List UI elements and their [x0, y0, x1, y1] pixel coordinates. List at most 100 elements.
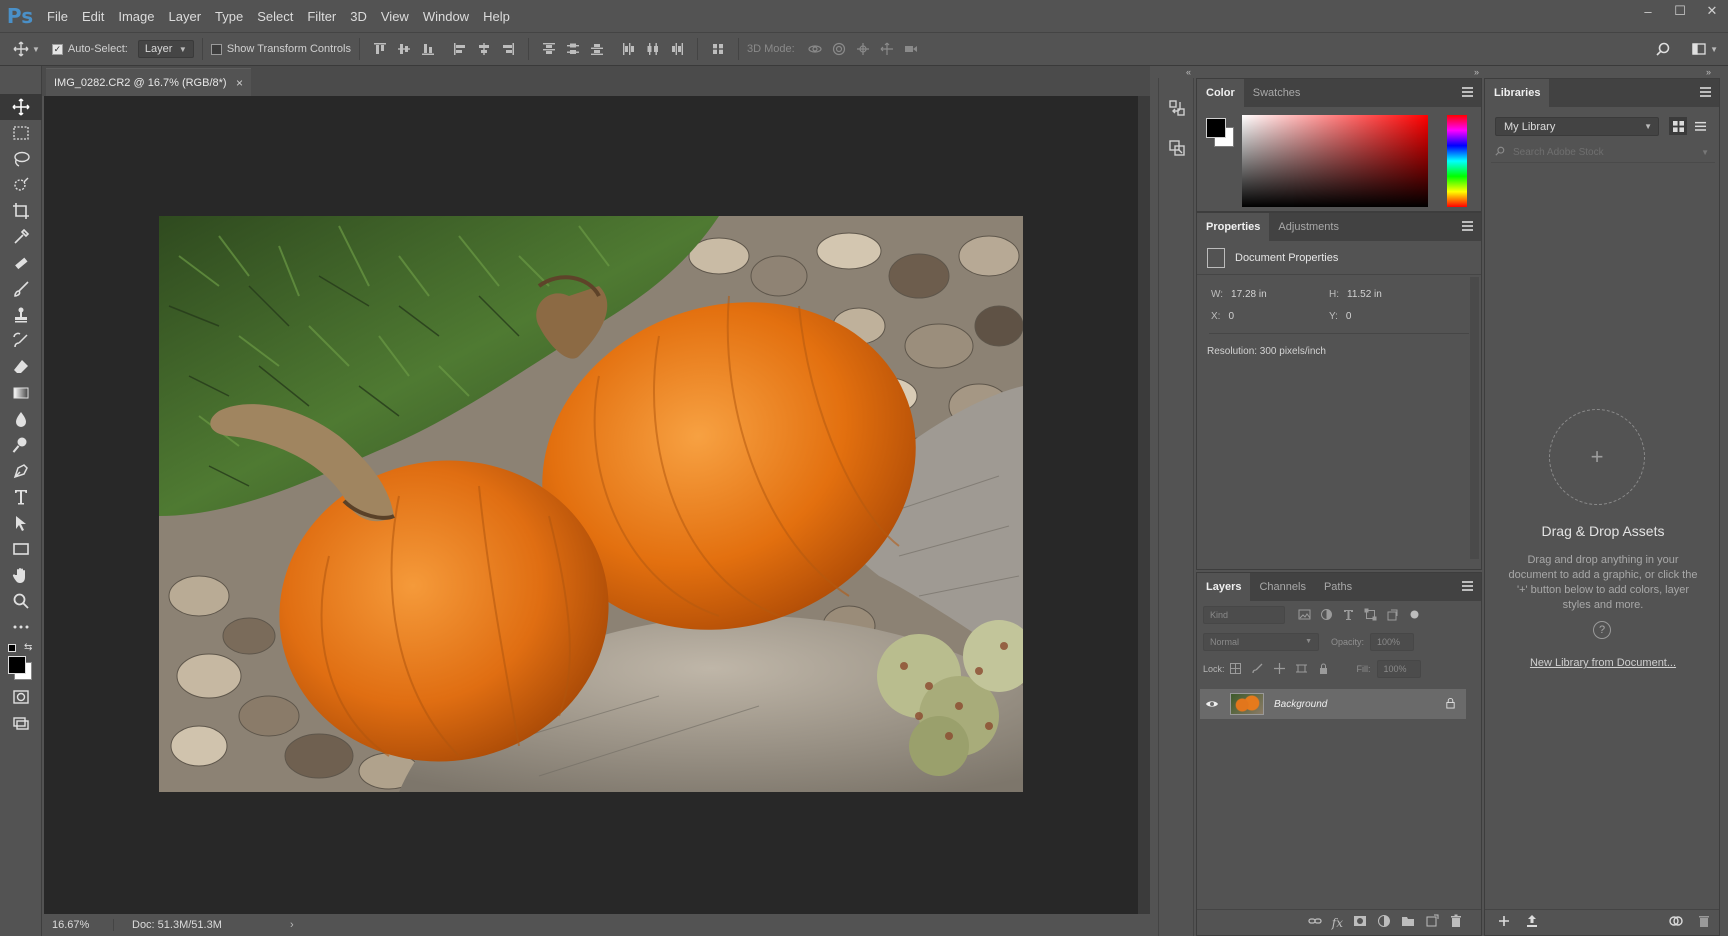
filter-type-icon[interactable]	[1337, 606, 1359, 624]
stock-search-input[interactable]: Search Adobe Stock ▼	[1491, 143, 1715, 163]
brush-tool-icon[interactable]	[0, 276, 42, 302]
library-dropdown[interactable]: My Library ▼	[1495, 117, 1659, 136]
creative-cloud-icon[interactable]	[1669, 914, 1683, 931]
blend-mode-dropdown[interactable]: Normal ▼	[1203, 632, 1319, 651]
menu-layer[interactable]: Layer	[162, 9, 209, 24]
foreground-color-swatch[interactable]	[8, 656, 26, 674]
tab-libraries[interactable]: Libraries	[1485, 79, 1550, 107]
history-panel-icon[interactable]	[1159, 88, 1195, 128]
slide-3d-icon[interactable]	[875, 38, 899, 60]
lock-position-icon[interactable]	[1269, 660, 1291, 678]
delete-layer-trash-icon[interactable]	[1449, 914, 1463, 931]
auto-align-layers-icon[interactable]	[706, 38, 730, 60]
distribute-horizontal-centers-icon[interactable]	[641, 38, 665, 60]
marquee-tool-icon[interactable]	[0, 120, 42, 146]
lock-all-icon[interactable]	[1313, 660, 1335, 678]
canvas-vertical-scrollbar[interactable]	[1138, 96, 1150, 914]
height-value[interactable]: 11.52 in	[1347, 289, 1382, 300]
menu-help[interactable]: Help	[476, 9, 517, 24]
filter-shape-icon[interactable]	[1359, 606, 1381, 624]
align-horizontal-centers-icon[interactable]	[472, 38, 496, 60]
delete-trash-icon[interactable]	[1697, 914, 1711, 931]
panel-menu-icon[interactable]	[1462, 221, 1473, 231]
lock-image-pixels-icon[interactable]	[1247, 660, 1269, 678]
upload-icon[interactable]	[1525, 914, 1539, 931]
auto-select-target-dropdown[interactable]: Layer ▼	[137, 40, 194, 58]
chevron-down-icon[interactable]: ▼	[1701, 148, 1709, 157]
distribute-bottom-edges-icon[interactable]	[585, 38, 609, 60]
preset-chevron-down-icon[interactable]: ▼	[32, 45, 40, 54]
close-tab-icon[interactable]: ×	[236, 76, 243, 90]
hue-slider[interactable]	[1447, 115, 1467, 207]
tab-swatches[interactable]: Swatches	[1244, 79, 1310, 107]
scale-3d-icon[interactable]	[899, 38, 923, 60]
menu-type[interactable]: Type	[208, 9, 250, 24]
type-tool-icon[interactable]	[0, 484, 42, 510]
tab-paths[interactable]: Paths	[1315, 573, 1361, 601]
quick-selection-tool-icon[interactable]	[0, 172, 42, 198]
fill-field[interactable]: 100%	[1376, 659, 1421, 678]
quick-mask-icon[interactable]	[0, 684, 42, 710]
character-panel-icon[interactable]	[1159, 128, 1195, 168]
align-right-edges-icon[interactable]	[496, 38, 520, 60]
hand-tool-icon[interactable]	[0, 562, 42, 588]
foreground-swatch[interactable]	[1206, 118, 1226, 138]
blur-tool-icon[interactable]	[0, 406, 42, 432]
history-brush-tool-icon[interactable]	[0, 328, 42, 354]
menu-image[interactable]: Image	[111, 9, 161, 24]
tab-layers[interactable]: Layers	[1197, 573, 1251, 601]
list-view-icon[interactable]	[1691, 117, 1709, 135]
opacity-field[interactable]: 100%	[1370, 632, 1415, 651]
link-layers-icon[interactable]	[1308, 914, 1322, 931]
lock-icon[interactable]	[1445, 697, 1456, 712]
minimize-button[interactable]: –	[1632, 0, 1664, 22]
align-bottom-edges-icon[interactable]	[416, 38, 440, 60]
tab-properties[interactable]: Properties	[1197, 213, 1270, 241]
roll-3d-icon[interactable]	[827, 38, 851, 60]
new-adjustment-layer-icon[interactable]	[1377, 914, 1391, 931]
filter-adjustment-icon[interactable]	[1315, 606, 1337, 624]
menu-select[interactable]: Select	[250, 9, 300, 24]
add-mask-icon[interactable]	[1353, 914, 1367, 931]
eye-icon[interactable]	[1200, 699, 1224, 709]
rectangle-tool-icon[interactable]	[0, 536, 42, 562]
layer-style-fx-icon[interactable]: fx	[1332, 916, 1343, 930]
help-icon[interactable]: ?	[1593, 621, 1611, 639]
lasso-tool-icon[interactable]	[0, 146, 42, 172]
document-tab[interactable]: IMG_0282.CR2 @ 16.7% (RGB/8*) ×	[46, 68, 251, 96]
pen-tool-icon[interactable]	[0, 458, 42, 484]
auto-select-checkbox[interactable]: ✓ Auto-Select:	[51, 43, 128, 55]
move-tool-preset-icon[interactable]	[10, 38, 32, 60]
libraries-collapse-icon[interactable]: »	[1706, 66, 1711, 78]
close-button[interactable]: ✕	[1696, 0, 1728, 22]
filter-smart-object-icon[interactable]	[1381, 606, 1403, 624]
menu-window[interactable]: Window	[416, 9, 476, 24]
grid-view-icon[interactable]	[1669, 117, 1687, 135]
move-tool-icon[interactable]	[0, 94, 42, 120]
dodge-tool-icon[interactable]	[0, 432, 42, 458]
menu-edit[interactable]: Edit	[75, 9, 111, 24]
search-icon[interactable]	[1652, 38, 1674, 60]
x-value[interactable]: 0	[1228, 311, 1234, 322]
gradient-tool-icon[interactable]	[0, 380, 42, 406]
lock-artboard-icon[interactable]	[1291, 660, 1313, 678]
add-content-plus-icon[interactable]	[1497, 914, 1511, 931]
path-selection-tool-icon[interactable]	[0, 510, 42, 536]
properties-scrollbar[interactable]	[1470, 277, 1479, 559]
new-group-folder-icon[interactable]	[1401, 914, 1415, 931]
status-menu-arrow-icon[interactable]: ›	[290, 919, 294, 931]
menu-filter[interactable]: Filter	[300, 9, 343, 24]
menu-3d[interactable]: 3D	[343, 9, 374, 24]
tab-color[interactable]: Color	[1197, 79, 1244, 107]
zoom-tool-icon[interactable]	[0, 588, 42, 614]
filter-toggle-icon[interactable]	[1403, 606, 1425, 624]
healing-brush-tool-icon[interactable]	[0, 250, 42, 276]
more-tools-icon[interactable]	[0, 614, 42, 640]
orbit-3d-icon[interactable]	[803, 38, 827, 60]
menu-file[interactable]: File	[40, 9, 75, 24]
layer-kind-filter[interactable]: Kind	[1203, 605, 1285, 624]
new-library-from-document-link[interactable]: New Library from Document...	[1485, 657, 1721, 669]
swap-colors-icon[interactable]: ⇆	[24, 642, 32, 653]
panel-menu-icon[interactable]	[1700, 87, 1711, 97]
panel-menu-icon[interactable]	[1462, 581, 1473, 591]
